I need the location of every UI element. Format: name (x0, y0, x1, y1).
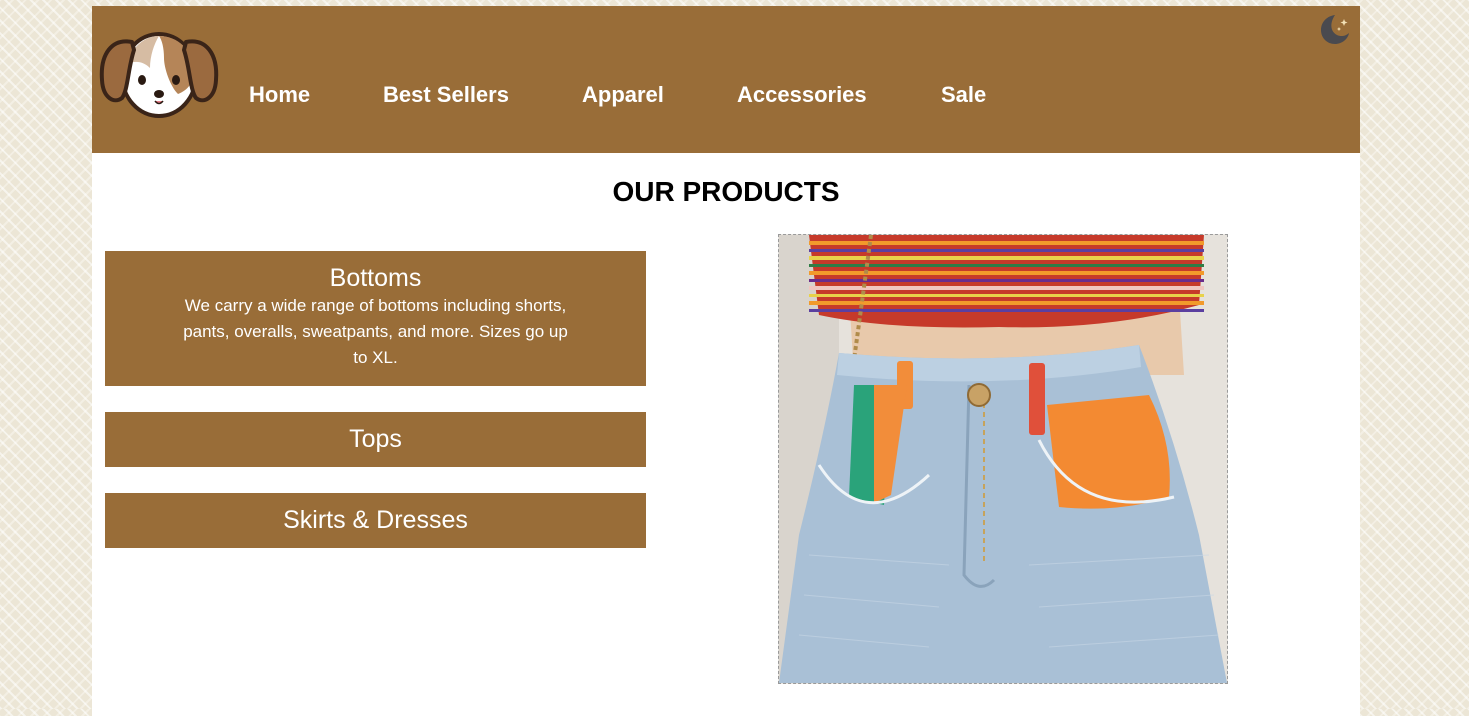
category-description: We carry a wide range of bottoms includi… (183, 296, 568, 367)
puppy-logo-icon[interactable] (98, 28, 220, 120)
nav-home[interactable]: Home (249, 82, 310, 108)
moon-stars-icon[interactable] (1318, 12, 1352, 46)
category-bottoms[interactable]: Bottoms We carry a wide range of bottoms… (105, 251, 646, 386)
product-image (778, 234, 1228, 684)
nav-apparel[interactable]: Apparel (582, 82, 664, 108)
category-heading: Skirts & Dresses (283, 506, 468, 534)
page-container: Home Best Sellers Apparel Accessories Sa… (92, 6, 1360, 716)
category-heading: Bottoms (329, 264, 422, 292)
nav-best-sellers[interactable]: Best Sellers (383, 82, 509, 108)
page-title: OUR PRODUCTS (612, 176, 840, 207)
category-tops[interactable]: Tops (105, 412, 646, 467)
category-heading: Tops (349, 425, 402, 453)
category-skirts-dresses[interactable]: Skirts & Dresses (105, 493, 646, 548)
nav-accessories[interactable]: Accessories (737, 82, 867, 108)
site-header: Home Best Sellers Apparel Accessories Sa… (92, 6, 1360, 153)
nav-sale[interactable]: Sale (941, 82, 986, 108)
